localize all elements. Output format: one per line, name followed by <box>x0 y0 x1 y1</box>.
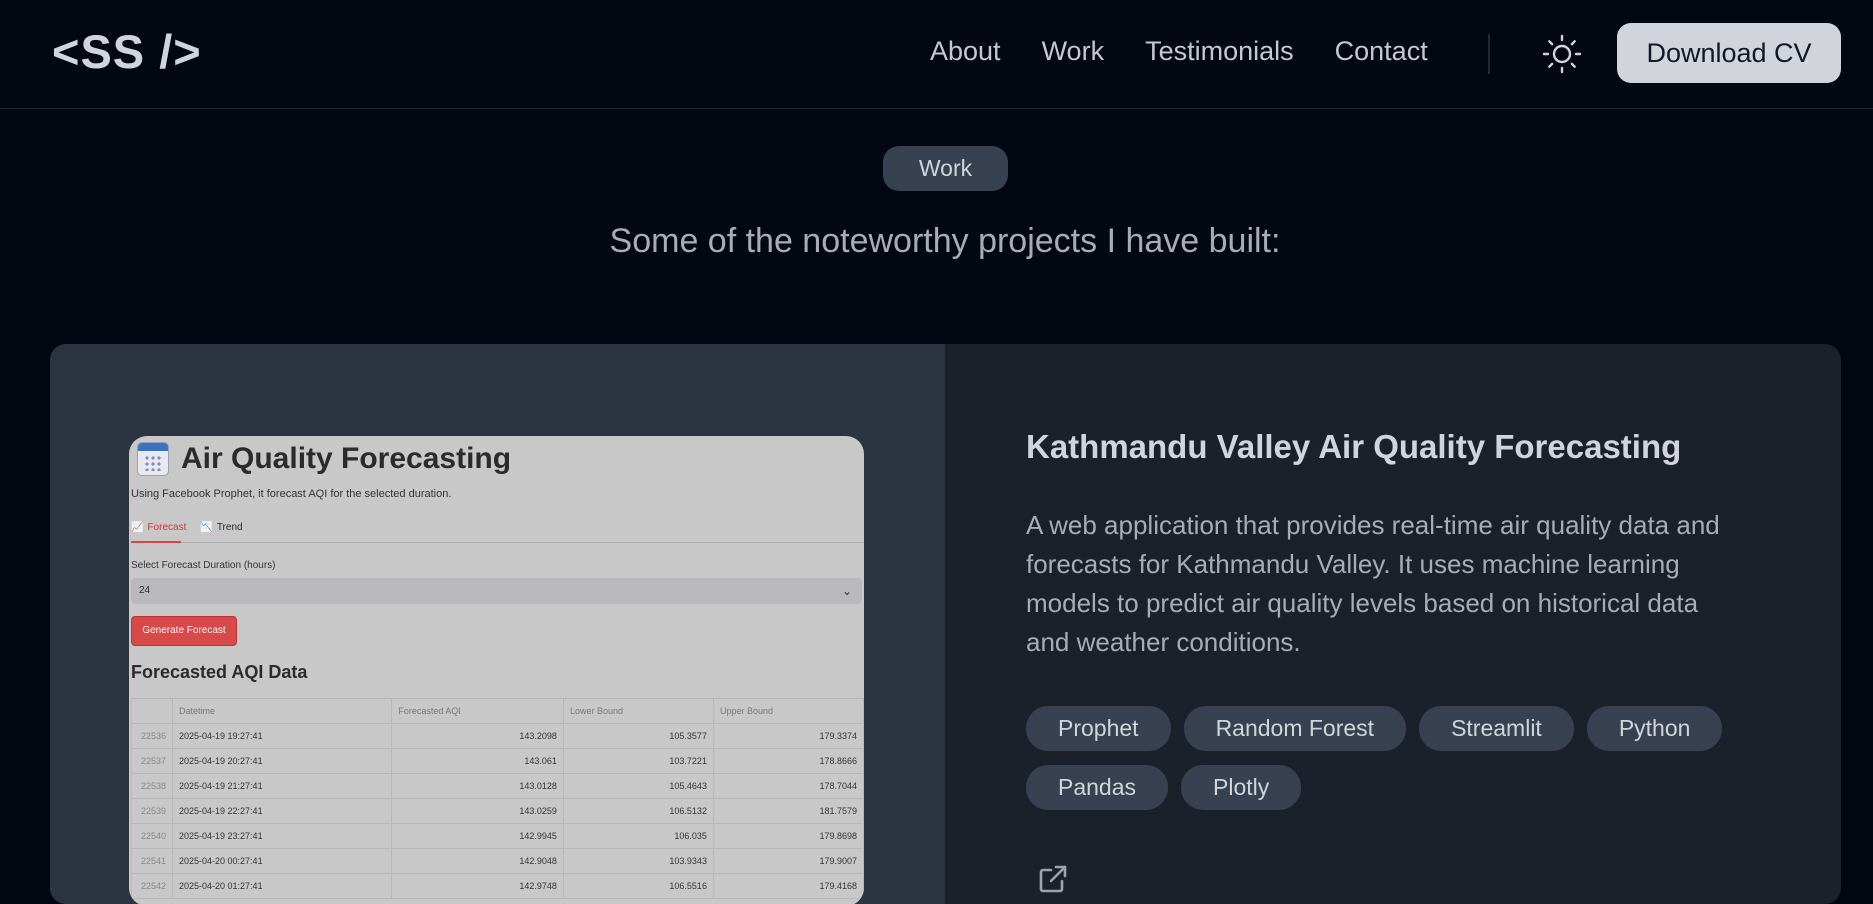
tech-tag: Prophet <box>1026 706 1171 751</box>
nav-link-contact[interactable]: Contact <box>1335 36 1428 67</box>
tech-tag: Plotly <box>1181 765 1302 810</box>
table-row: 22542 2025-04-20 01:27:41 142.9748 106.5… <box>131 873 864 899</box>
external-link-icon <box>1039 865 1067 893</box>
section-subtitle: Some of the noteworthy projects I have b… <box>609 222 1281 260</box>
project-screenshot[interactable]: Air Quality Forecasting Using Facebook P… <box>129 436 864 904</box>
preview-select-value: 24 <box>139 585 151 596</box>
preview-tab-label: Trend <box>216 522 243 533</box>
table-cell: 2025-04-19 21:27:41 <box>171 773 393 799</box>
table-cell: 178.7044 <box>712 773 864 799</box>
table-cell: 179.3374 <box>712 723 864 749</box>
table-cell: 2025-04-20 00:27:41 <box>171 848 393 874</box>
table-row: 22539 2025-04-19 22:27:41 143.0259 106.5… <box>131 798 864 824</box>
table-header-row: Datetime Forecasted AQI Lower Bound Uppe… <box>131 698 864 724</box>
preview-tabs: 📈 Forecast 📉 Trend <box>131 522 257 533</box>
tech-tag: Random Forest <box>1183 706 1407 751</box>
table-row: 22538 2025-04-19 21:27:41 143.0128 105.4… <box>131 773 864 799</box>
calendar-icon <box>137 442 169 476</box>
table-cell: 178.8666 <box>712 748 864 774</box>
table-cell: 2025-04-19 23:27:41 <box>171 823 393 849</box>
table-cell: 179.8698 <box>712 823 864 849</box>
preview-select-label: Select Forecast Duration (hours) <box>131 560 276 571</box>
preview-description: Using Facebook Prophet, it forecast AQI … <box>131 488 452 500</box>
table-cell: 105.4643 <box>562 773 714 799</box>
nav-link-about[interactable]: About <box>930 36 1001 67</box>
table-cell: 105.3577 <box>562 723 714 749</box>
table-cell: 106.035 <box>562 823 714 849</box>
project-card: Air Quality Forecasting Using Facebook P… <box>50 344 1841 904</box>
table-cell: 143.061 <box>391 748 564 774</box>
section-badge: Work <box>883 146 1008 191</box>
sun-icon <box>1542 34 1582 74</box>
table-cell: 142.9048 <box>391 848 564 874</box>
preview-table-title: Forecasted AQI Data <box>131 662 308 682</box>
table-cell: 142.9945 <box>391 823 564 849</box>
table-cell: 106.5132 <box>562 798 714 824</box>
table-cell: 2025-04-19 22:27:41 <box>171 798 393 824</box>
table-row: 22537 2025-04-19 20:27:41 143.061 103.72… <box>131 748 864 774</box>
project-description: A web application that provides real-tim… <box>1026 510 1720 657</box>
project-title: Kathmandu Valley Air Quality Forecasting <box>1026 428 1682 465</box>
chart-down-icon: 📉 <box>200 522 213 533</box>
site-logo[interactable]: <SS /> <box>52 24 202 79</box>
chevron-down-icon: ⌄ <box>841 584 852 598</box>
main-nav: About Work Testimonials Contact <box>930 36 1469 67</box>
preview-forecast-table: Datetime Forecasted AQI Lower Bound Uppe… <box>131 698 864 899</box>
table-cell: 143.0259 <box>391 798 564 824</box>
table-cell: 103.7221 <box>562 748 714 774</box>
table-cell: 181.7579 <box>712 798 864 824</box>
table-cell: 22540 <box>131 823 173 849</box>
preview-tab-trend: 📉 Trend <box>200 522 242 533</box>
nav-link-work[interactable]: Work <box>1042 36 1105 67</box>
table-cell: 2025-04-19 20:27:41 <box>171 748 393 774</box>
table-cell: 22537 <box>131 748 173 774</box>
preview-title-row: Air Quality Forecasting <box>137 442 511 476</box>
site-header: <SS /> About Work Testimonials Contact D… <box>0 0 1873 109</box>
download-cv-button[interactable]: Download CV <box>1617 23 1841 83</box>
table-cell: 22541 <box>131 848 173 874</box>
table-header-cell: Forecasted AQI <box>391 698 564 724</box>
table-cell: 179.9007 <box>712 848 864 874</box>
preview-generate-button: Generate Forecast <box>131 616 237 646</box>
nav-link-testimonials[interactable]: Testimonials <box>1145 36 1294 67</box>
tech-tag: Python <box>1586 706 1723 751</box>
table-cell: 2025-04-20 01:27:41 <box>171 873 393 899</box>
table-cell: 22542 <box>131 873 173 899</box>
table-cell: 22536 <box>131 723 173 749</box>
table-cell: 106.5516 <box>562 873 714 899</box>
tech-tag: Streamlit <box>1419 706 1574 751</box>
table-header-cell: Upper Bound <box>712 698 864 724</box>
tech-tag: Pandas <box>1026 765 1169 810</box>
preview-tab-indicator <box>131 541 181 543</box>
nav-divider <box>1488 34 1490 74</box>
preview-tab-forecast: 📈 Forecast <box>131 522 186 533</box>
table-cell: 142.9748 <box>391 873 564 899</box>
project-link-button[interactable] <box>1036 862 1070 896</box>
table-cell: 143.2098 <box>391 723 564 749</box>
tech-tags: Prophet Random Forest Streamlit Python P… <box>1026 706 1786 824</box>
table-cell: 22538 <box>131 773 173 799</box>
table-cell: 22539 <box>131 798 173 824</box>
preview-tab-label: Forecast <box>147 522 187 533</box>
table-header-cell: Datetime <box>171 698 393 724</box>
project-preview-panel: Air Quality Forecasting Using Facebook P… <box>50 344 945 904</box>
preview-tab-divider <box>131 542 864 543</box>
table-row: 22541 2025-04-20 00:27:41 142.9048 103.9… <box>131 848 864 874</box>
table-header-cell <box>131 698 173 724</box>
table-header-cell: Lower Bound <box>562 698 714 724</box>
table-cell: 143.0128 <box>391 773 564 799</box>
preview-duration-select: 24 ⌄ <box>131 578 862 604</box>
chart-up-icon: 📈 <box>131 522 144 533</box>
table-cell: 103.9343 <box>562 848 714 874</box>
table-cell: 179.4168 <box>712 873 864 899</box>
theme-toggle-button[interactable] <box>1540 32 1584 76</box>
preview-title: Air Quality Forecasting <box>181 442 512 475</box>
table-cell: 2025-04-19 19:27:41 <box>171 723 393 749</box>
table-row: 22536 2025-04-19 19:27:41 143.2098 105.3… <box>131 723 864 749</box>
table-row: 22540 2025-04-19 23:27:41 142.9945 106.0… <box>131 823 864 849</box>
